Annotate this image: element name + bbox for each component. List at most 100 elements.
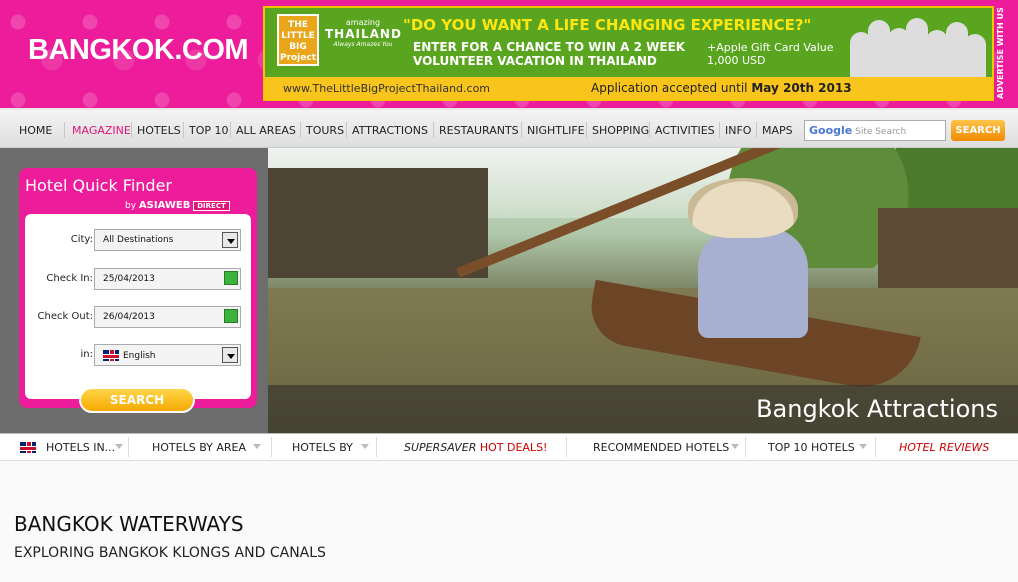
nav-item-maps[interactable]: MAPS [762,124,793,137]
city-select[interactable]: All Destinations [94,229,241,251]
chevron-down-icon[interactable] [222,347,238,363]
nav-separator [183,122,184,138]
subnav-hotels-by[interactable]: HOTELS BY [292,441,353,454]
asiaweb-logo: ASIAWEB [138,200,191,211]
nav-item-attractions[interactable]: ATTRACTIONS [352,124,428,137]
city-row: City: All Destinations [25,229,251,251]
banner-line-1: ENTER FOR A CHANCE TO WIN A 2 WEEK [413,40,686,54]
calendar-icon[interactable] [224,309,238,323]
nav-item-magazine[interactable]: MAGAZINE [72,124,131,137]
nav-item-restaurants[interactable]: RESTAURANTS [439,124,519,137]
page-subtitle: EXPLORING BANGKOK KLONGS AND CANALS [14,545,326,561]
ad-banner[interactable]: THE LITTLE BIG Project amazing THAILAND … [263,6,994,101]
nav-item-activities[interactable]: ACTIVITIES [655,124,715,137]
chevron-down-icon[interactable] [253,444,261,453]
city-label: City: [70,234,93,245]
nav-separator [756,122,757,138]
nav-item-tours[interactable]: TOURS [306,124,344,137]
subnav-hotel-reviews[interactable]: HOTEL REVIEWS [899,441,989,454]
site-search-input[interactable]: Google Site Search [804,120,946,141]
page-title: BANGKOK WATERWAYS [14,512,244,536]
subnav-hotels-in[interactable]: HOTELS IN... [46,441,115,454]
language-value: English [123,351,156,361]
thailand-text: THAILAND [325,27,402,41]
banner-gift: +Apple Gift Card Value 1,000 USD [707,41,834,67]
site-logo[interactable]: BANGKOK.COM [28,34,249,67]
uk-flag-icon [20,442,36,453]
nav-separator [230,122,231,138]
site-search-button[interactable]: SEARCH [951,120,1005,141]
nav-separator [719,122,720,138]
volunteers-photo [846,14,986,80]
banner-url[interactable]: www.TheLittleBigProjectThailand.com [283,82,490,95]
google-logo: Google [809,124,853,137]
site-header: BANGKOK.COM THE LITTLE BIG Project amazi… [0,0,1018,108]
banner-application: Application accepted until May 20th 2013 [591,81,852,95]
checkout-value: 26/04/2013 [103,312,155,322]
chevron-down-icon[interactable] [859,444,867,453]
advertise-link[interactable]: ADVERTISE WITH US [996,6,1012,101]
amazing-thailand-logo: amazing THAILAND Always Amazes You [325,18,401,48]
checkin-value: 25/04/2013 [103,274,155,284]
nav-item-info[interactable]: INFO [725,124,751,137]
language-row: in: English [25,344,251,366]
finder-form: City: All Destinations Check In: 25/04/2… [25,214,251,399]
subnav-recommended-hotels[interactable]: RECOMMENDED HOTELS [593,441,729,454]
tagline-text: Always Amazes You [333,41,393,48]
hotel-subnav: HOTELS IN... HOTELS BY AREA HOTELS BY SU… [0,433,1018,461]
supersaver-text: SUPERSAVER [404,441,477,454]
checkin-row: Check In: 25/04/2013 [25,268,251,290]
nav-item-top10[interactable]: TOP 10 [189,124,229,137]
nav-separator [64,122,65,138]
hero-caption[interactable]: Bangkok Attractions [756,395,998,423]
checkout-label: Check Out: [37,311,93,322]
by-text: by [125,201,137,211]
checkout-input[interactable]: 26/04/2013 [94,306,241,328]
hero-caption-bar: Bangkok Attractions [268,385,1018,433]
deadline-text: May 20th 2013 [751,81,852,95]
finder-title: Hotel Quick Finder [25,176,172,195]
nav-separator [649,122,650,138]
chevron-down-icon[interactable] [361,444,369,453]
subnav-top10-hotels[interactable]: TOP 10 HOTELS [768,441,855,454]
uk-flag-icon [103,350,119,361]
banner-question: "DO YOU WANT A LIFE CHANGING EXPERIENCE?… [403,16,812,34]
finder-search-button[interactable]: SEARCH [79,387,195,413]
nav-item-nightlife[interactable]: NIGHTLIFE [527,124,585,137]
finder-panel: Hotel Quick Finder by ASIAWEB DIRECT Cit… [0,148,268,433]
direct-badge: DIRECT [193,201,230,211]
nav-item-shopping[interactable]: SHOPPING [592,124,649,137]
subnav-hot-deals[interactable]: SUPERSAVER HOT DEALS! [404,441,547,454]
finder-provider: by ASIAWEB DIRECT [125,200,230,211]
in-label: in: [80,349,94,360]
city-value: All Destinations [103,235,174,245]
nav-separator [131,122,132,138]
checkout-row: Check Out: 26/04/2013 [25,306,251,328]
main-nav: HOME MAGAZINE HOTELS TOP 10 ALL AREAS TO… [0,108,1018,148]
checkin-input[interactable]: 25/04/2013 [94,268,241,290]
hotel-quick-finder: Hotel Quick Finder by ASIAWEB DIRECT Cit… [19,168,257,413]
amazing-text: amazing [345,18,381,27]
nav-item-all-areas[interactable]: ALL AREAS [236,124,296,137]
chevron-down-icon[interactable] [731,444,739,453]
nav-separator [346,122,347,138]
gift-line-1: +Apple Gift Card Value [707,41,834,54]
hot-deals-text: HOT DEALS! [479,441,548,454]
checkin-label: Check In: [46,273,93,284]
search-placeholder: Site Search [855,127,907,137]
chevron-down-icon[interactable] [115,444,123,453]
application-text: Application accepted until [591,81,748,95]
banner-line-2: VOLUNTEER VACATION IN THAILAND [413,54,657,68]
language-select[interactable]: English [94,344,241,366]
calendar-icon[interactable] [224,271,238,285]
nav-item-home[interactable]: HOME [19,124,52,137]
chevron-down-icon[interactable] [222,232,238,248]
gift-line-2: 1,000 USD [707,54,766,67]
nav-separator [300,122,301,138]
nav-separator [433,122,434,138]
subnav-hotels-by-area[interactable]: HOTELS BY AREA [152,441,246,454]
nav-item-hotels[interactable]: HOTELS [137,124,181,137]
nav-separator [586,122,587,138]
little-big-project-logo: THE LITTLE BIG Project [277,14,319,66]
nav-separator [521,122,522,138]
